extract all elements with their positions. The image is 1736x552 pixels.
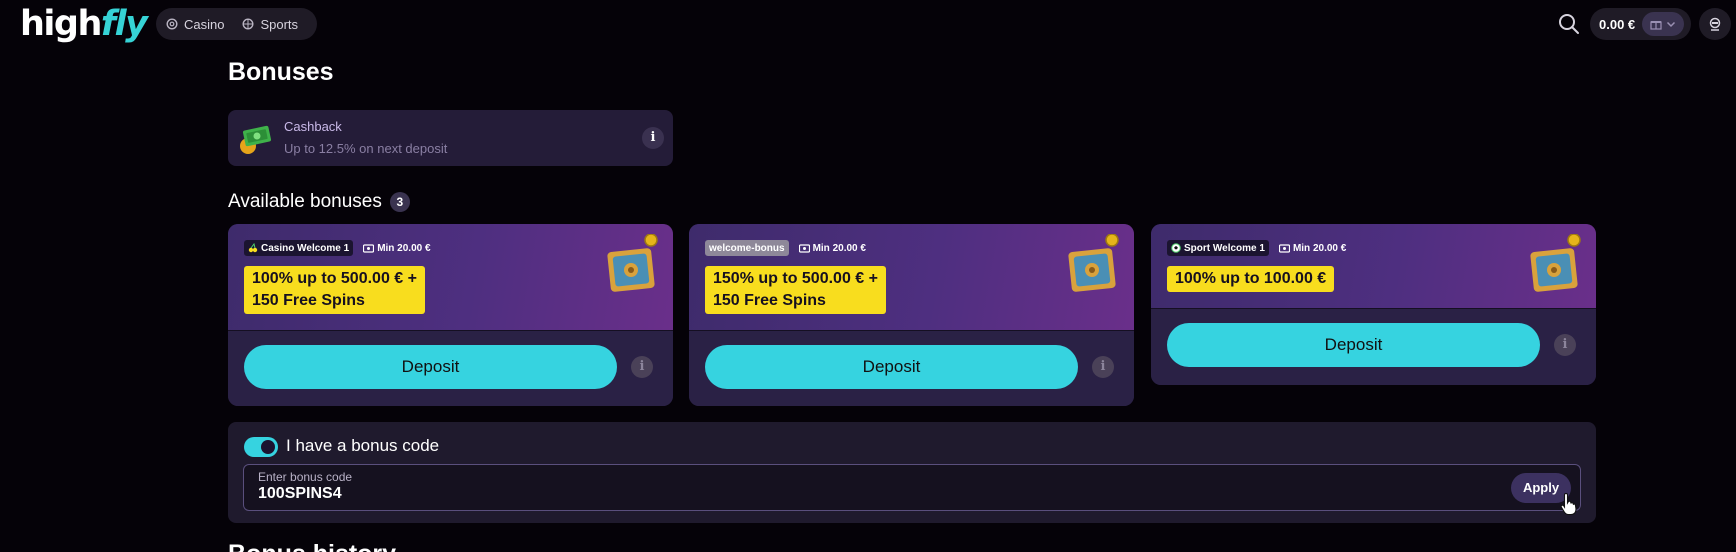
bonus-code-input[interactable] — [258, 485, 1358, 503]
toggle-knob — [261, 440, 275, 454]
bonus-card-casino-welcome: Casino Welcome 1 Min 20.00 € 100% up to … — [228, 224, 673, 406]
cashback-money-icon — [240, 125, 272, 154]
nav-sports[interactable]: Sports — [242, 17, 298, 32]
bonus-card-header: Casino Welcome 1 Min 20.00 € 100% up to … — [228, 224, 673, 331]
search-button[interactable] — [1557, 12, 1581, 36]
offer-line-1: 100% up to 100.00 € — [1175, 270, 1327, 287]
bonus-code-toggle-label: I have a bonus code — [286, 436, 440, 455]
bonus-history-heading: Bonus history — [228, 540, 396, 552]
offer-line-2: 150 Free Spins — [713, 292, 826, 309]
bonus-code-toggle[interactable] — [244, 437, 278, 457]
bonus-offer-text: 150% up to 500.00 € + 150 Free Spins — [705, 266, 886, 314]
offer-line-1: 150% up to 500.00 € + — [713, 270, 878, 287]
bonus-tag-label: Casino Welcome 1 — [261, 242, 350, 254]
cashback-card[interactable]: Cashback Up to 12.5% on next deposit — [228, 110, 673, 166]
bonus-info-button[interactable]: i — [1092, 356, 1114, 378]
avatar-icon — [1709, 17, 1721, 31]
wallet-balance[interactable]: 0.00 € — [1590, 8, 1691, 40]
cashback-title: Cashback — [284, 119, 342, 134]
available-bonuses-label: Available bonuses — [228, 191, 382, 212]
min-deposit-label: Min 20.00 € — [812, 242, 866, 254]
bonus-card-sport-welcome: Sport Welcome 1 Min 20.00 € 100% up to 1… — [1151, 224, 1596, 385]
bonus-card-tags: welcome-bonus Min 20.00 € — [705, 240, 868, 256]
bonus-info-button[interactable]: i — [631, 356, 653, 378]
min-deposit-tag: Min 20.00 € — [1277, 240, 1348, 256]
search-icon — [1559, 14, 1579, 34]
page-title: Bonuses — [228, 58, 334, 86]
offer-line-1: 100% up to 500.00 € + — [252, 270, 417, 287]
bonus-code-field-label: Enter bonus code — [258, 470, 353, 484]
main-nav: Casino Sports — [156, 8, 317, 40]
min-deposit-label: Min 20.00 € — [377, 242, 431, 254]
bonus-tag-label: Sport Welcome 1 — [1184, 242, 1265, 254]
money-bill-icon — [1278, 243, 1290, 253]
soccer-ball-icon — [1171, 243, 1181, 253]
deposit-button[interactable]: Deposit — [244, 345, 617, 389]
money-bill-icon — [798, 243, 810, 253]
top-header: highfly Casino Sports 0.00 € — [0, 0, 1736, 48]
casino-chip-icon — [166, 18, 178, 30]
min-deposit-tag: Min 20.00 € — [361, 240, 432, 256]
offer-line-2: 150 Free Spins — [252, 292, 365, 309]
min-deposit-tag: Min 20.00 € — [797, 240, 868, 256]
available-bonuses-count-badge: 3 — [389, 192, 410, 212]
bonus-card-tags: Sport Welcome 1 Min 20.00 € — [1167, 240, 1348, 256]
logo-text-high: high — [20, 4, 102, 44]
available-bonuses-heading: Available bonuses 3 — [228, 191, 410, 213]
bonus-card-footer: Deposit i — [228, 331, 673, 406]
chevron-down-icon — [1667, 21, 1676, 28]
cashback-info-button[interactable]: i — [642, 127, 664, 149]
cashback-subtitle: Up to 12.5% on next deposit — [284, 141, 448, 156]
profile-avatar-button[interactable] — [1699, 8, 1731, 40]
treasure-chest-icon — [1530, 234, 1581, 292]
balance-amount: 0.00 € — [1599, 16, 1636, 32]
gift-icon — [1650, 21, 1662, 30]
bonus-code-field[interactable]: Enter bonus code Apply — [243, 464, 1581, 511]
bonus-card-footer: Deposit i — [1151, 309, 1596, 385]
bonus-offer-text: 100% up to 500.00 € + 150 Free Spins — [244, 266, 425, 314]
bonus-card-tags: Casino Welcome 1 Min 20.00 € — [244, 240, 433, 256]
logo-text-fly: fly — [100, 4, 148, 44]
treasure-chest-icon — [1068, 234, 1119, 292]
bonus-card-welcome-bonus: welcome-bonus Min 20.00 € 150% up to 500… — [689, 224, 1134, 406]
treasure-chest-icon — [607, 234, 658, 292]
cherry-icon — [248, 243, 258, 253]
sports-ball-icon — [242, 18, 254, 30]
nav-casino-label: Casino — [184, 16, 225, 32]
bonus-tag: Sport Welcome 1 — [1167, 240, 1269, 256]
bonus-code-panel: I have a bonus code Enter bonus code App… — [228, 422, 1596, 523]
nav-casino[interactable]: Casino — [166, 17, 224, 32]
bonus-offer-text: 100% up to 100.00 € — [1167, 266, 1335, 292]
deposit-button[interactable]: Deposit — [1167, 323, 1540, 367]
bonus-tag: Casino Welcome 1 — [244, 240, 354, 256]
bonus-card-header: welcome-bonus Min 20.00 € 150% up to 500… — [689, 224, 1134, 331]
deposit-button[interactable]: Deposit — [705, 345, 1078, 389]
bonus-card-footer: Deposit i — [689, 331, 1134, 406]
min-deposit-label: Min 20.00 € — [1292, 242, 1347, 254]
nav-sports-label: Sports — [260, 16, 299, 32]
money-bill-icon — [363, 243, 375, 253]
bonus-tag-label: welcome-bonus — [709, 242, 785, 254]
bonus-card-header: Sport Welcome 1 Min 20.00 € 100% up to 1… — [1151, 224, 1596, 309]
bonus-tag: welcome-bonus — [705, 240, 789, 256]
bonus-dropdown[interactable] — [1642, 12, 1685, 36]
bonus-info-button[interactable]: i — [1554, 334, 1576, 356]
highfly-logo[interactable]: highfly — [20, 4, 148, 44]
hand-pointer-icon — [1560, 492, 1577, 516]
